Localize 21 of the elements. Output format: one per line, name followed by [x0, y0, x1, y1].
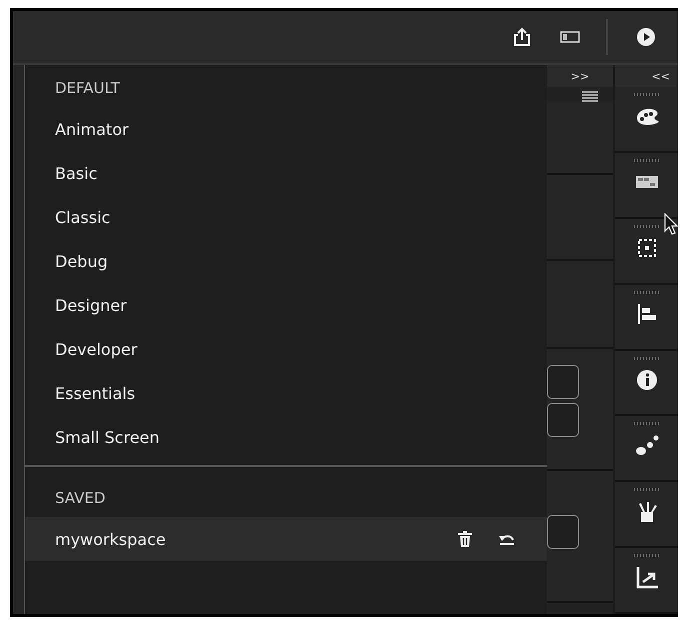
workspace-item[interactable]: Animator: [25, 107, 547, 151]
workspace-item[interactable]: Designer: [25, 283, 547, 327]
input-field[interactable]: [547, 515, 579, 549]
input-field[interactable]: [547, 365, 579, 399]
workspace-item[interactable]: Essentials: [25, 371, 547, 415]
motion-icon[interactable]: [634, 433, 660, 458]
play-icon[interactable]: [636, 27, 656, 47]
trash-icon[interactable]: [455, 529, 475, 549]
workspace-item[interactable]: Debug: [25, 239, 547, 283]
input-field[interactable]: [547, 403, 579, 437]
section-heading: DEFAULT: [54, 78, 121, 99]
share-icon[interactable]: [512, 27, 532, 47]
menu-icon[interactable]: [582, 91, 598, 103]
workspace-item[interactable]: myworkspace: [25, 517, 547, 561]
workspace-item[interactable]: Basic: [25, 151, 547, 195]
workspace-item[interactable]: Classic: [25, 195, 547, 239]
collapse-label[interactable]: <<: [652, 70, 670, 82]
expand-label[interactable]: >>: [570, 70, 590, 82]
workspace-item[interactable]: Small Screen: [25, 415, 547, 459]
section-heading: SAVED: [54, 488, 106, 509]
workspace-item[interactable]: Developer: [25, 327, 547, 371]
